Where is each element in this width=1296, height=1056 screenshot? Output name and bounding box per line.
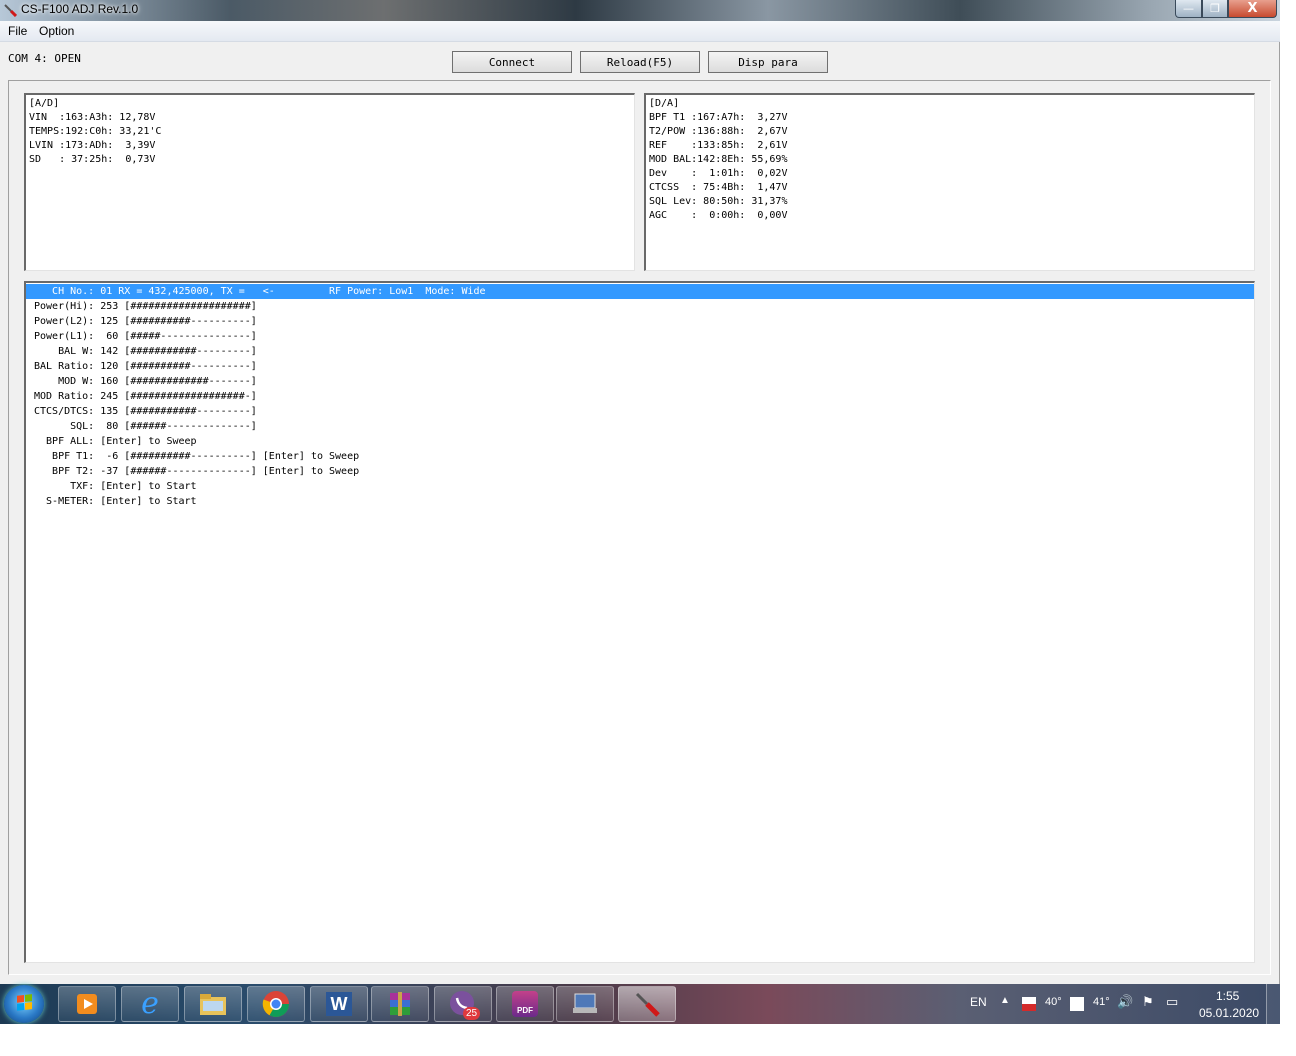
taskbar-app-word[interactable]: W <box>310 986 368 1022</box>
ad-line: VIN :163:A3h: 12,78V <box>29 112 156 123</box>
network-icon[interactable]: ▭ <box>1166 994 1178 1010</box>
adjust-row[interactable]: S-METER: [Enter] to Start <box>26 494 1254 509</box>
da-line: AGC : 0:00h: 0,00V <box>649 210 788 221</box>
adjust-row[interactable]: MOD W: 160 [#############-------] <box>26 374 1254 389</box>
maximize-icon: ❐ <box>1210 2 1220 15</box>
adjust-row[interactable]: SQL: 80 [######--------------] <box>26 419 1254 434</box>
taskbar-app-winrar[interactable] <box>371 986 429 1022</box>
da-line: MOD BAL:142:8Eh: 55,69% <box>649 154 788 165</box>
adjust-row[interactable]: BAL W: 142 [###########---------] <box>26 344 1254 359</box>
file-explorer-icon <box>200 994 226 1015</box>
adjustment-list-panel[interactable]: CH No.: 01 RX = 432,425000, TX = <- RF P… <box>24 281 1255 963</box>
winrar-icon <box>390 992 410 1016</box>
da-readout-panel[interactable]: [D/A] BPF T1 :167:A7h: 3,27V T2/POW :136… <box>644 93 1255 271</box>
windows-logo-icon <box>17 994 32 1011</box>
viber-badge: 25 <box>463 1007 481 1020</box>
cs-f100-adj-icon <box>635 992 660 1017</box>
da-line: SQL Lev: 80:50h: 31,37% <box>649 196 788 207</box>
menu-option[interactable]: Option <box>39 24 74 38</box>
menu-file[interactable]: File <box>8 24 27 38</box>
adjust-row[interactable]: CTCS/DTCS: 135 [###########---------] <box>26 404 1254 419</box>
connect-button[interactable]: Connect <box>452 51 572 73</box>
taskbar-app-internet-explorer[interactable]: e <box>121 986 179 1022</box>
language-indicator[interactable]: EN <box>970 995 987 1009</box>
disp-para-button[interactable]: Disp para <box>708 51 828 73</box>
taskbar: e W 25 PDF EN ▲ 40° 41° 🔊 ⚑ ▭ 1:55 05.01… <box>0 984 1281 1024</box>
window-title: CS-F100 ADJ Rev.1.0 <box>21 2 139 16</box>
ad-line: LVIN :173:ADh: 3,39V <box>29 140 156 151</box>
temperature-2[interactable]: 41° <box>1093 996 1110 1008</box>
tray-expand-icon[interactable]: ▲ <box>1000 995 1010 1006</box>
da-line: CTCSS : 75:4Bh: 1,47V <box>649 182 788 193</box>
ad-line: [A/D] <box>29 98 60 109</box>
internet-explorer-icon: e <box>141 986 159 1021</box>
minimize-button[interactable]: — <box>1175 0 1202 18</box>
close-button[interactable]: X <box>1228 0 1277 18</box>
taskbar-app-chrome[interactable] <box>247 986 305 1022</box>
chrome-icon <box>262 991 290 1018</box>
pdf-app-icon: PDF <box>512 991 538 1017</box>
clock-date[interactable]: 05.01.2020 <box>1199 1006 1259 1020</box>
adjust-row[interactable]: BPF ALL: [Enter] to Sweep <box>26 434 1254 449</box>
temperature-1[interactable]: 40° <box>1045 996 1062 1008</box>
maximize-button[interactable]: ❐ <box>1202 0 1228 18</box>
desktop-margin <box>0 1024 1296 1056</box>
adjust-row[interactable]: MOD Ratio: 245 [###################-] <box>26 389 1254 404</box>
da-line: T2/POW :136:88h: 2,67V <box>649 126 788 137</box>
adjust-row[interactable]: BPF T1: -6 [##########----------] [Enter… <box>26 449 1254 464</box>
close-icon: X <box>1247 1 1258 16</box>
white-square-tray-icon[interactable] <box>1070 997 1084 1011</box>
flag-tray-icon[interactable] <box>1022 997 1036 1011</box>
media-player-icon <box>77 994 97 1014</box>
da-line: Dev : 1:01h: 0,02V <box>649 168 788 179</box>
adjust-row[interactable]: BAL Ratio: 120 [##########----------] <box>26 359 1254 374</box>
com-status: COM 4: OPEN <box>8 52 81 65</box>
computer-tools-icon <box>573 993 597 1013</box>
adjust-row[interactable]: BPF T2: -37 [######--------------] [Ente… <box>26 464 1254 479</box>
disp-para-button-label: Disp para <box>738 56 798 69</box>
start-button[interactable] <box>4 985 44 1023</box>
screwdriver-app-icon <box>4 4 17 17</box>
show-desktop-button[interactable] <box>1266 984 1281 1024</box>
taskbar-app-media-player[interactable] <box>58 986 116 1022</box>
taskbar-app-cs-f100-adj[interactable] <box>618 986 676 1022</box>
menu-bar: File Option <box>0 21 1280 42</box>
taskbar-app-pdf[interactable]: PDF <box>496 986 554 1022</box>
minimize-icon: — <box>1183 2 1194 15</box>
taskbar-app-viber[interactable]: 25 <box>434 986 492 1022</box>
adjust-row[interactable]: Power(Hi): 253 [####################] <box>26 299 1254 314</box>
title-bar[interactable]: CS-F100 ADJ Rev.1.0 — ❐ X <box>0 0 1280 21</box>
channel-header-row[interactable]: CH No.: 01 RX = 432,425000, TX = <- RF P… <box>26 284 1254 299</box>
da-line: REF :133:85h: 2,61V <box>649 140 788 151</box>
volume-icon[interactable]: 🔊 <box>1117 994 1133 1010</box>
adjust-row[interactable]: Power(L1): 60 [#####---------------] <box>26 329 1254 344</box>
ad-readout-panel[interactable]: [A/D] VIN :163:A3h: 12,78V TEMPS:192:C0h… <box>24 93 635 271</box>
ad-line: SD : 37:25h: 0,73V <box>29 154 156 165</box>
connect-button-label: Connect <box>488 56 536 69</box>
adjust-row[interactable]: Power(L2): 125 [##########----------] <box>26 314 1254 329</box>
reload-button-label: Reload(F5) <box>606 56 674 69</box>
action-center-flag-icon[interactable]: ⚑ <box>1142 994 1154 1010</box>
clock-time[interactable]: 1:55 <box>1216 989 1239 1003</box>
word-icon: W <box>326 992 352 1016</box>
adjust-row[interactable]: TXF: [Enter] to Start <box>26 479 1254 494</box>
taskbar-app-file-explorer[interactable] <box>184 986 242 1022</box>
da-line: [D/A] <box>649 98 680 109</box>
da-line: BPF T1 :167:A7h: 3,27V <box>649 112 788 123</box>
app-window: CS-F100 ADJ Rev.1.0 — ❐ X File Option CO… <box>0 0 1280 984</box>
ad-line: TEMPS:192:C0h: 33,21'C <box>29 126 162 137</box>
reload-button[interactable]: Reload(F5) <box>580 51 700 73</box>
taskbar-app-computer-tools[interactable] <box>556 986 614 1022</box>
